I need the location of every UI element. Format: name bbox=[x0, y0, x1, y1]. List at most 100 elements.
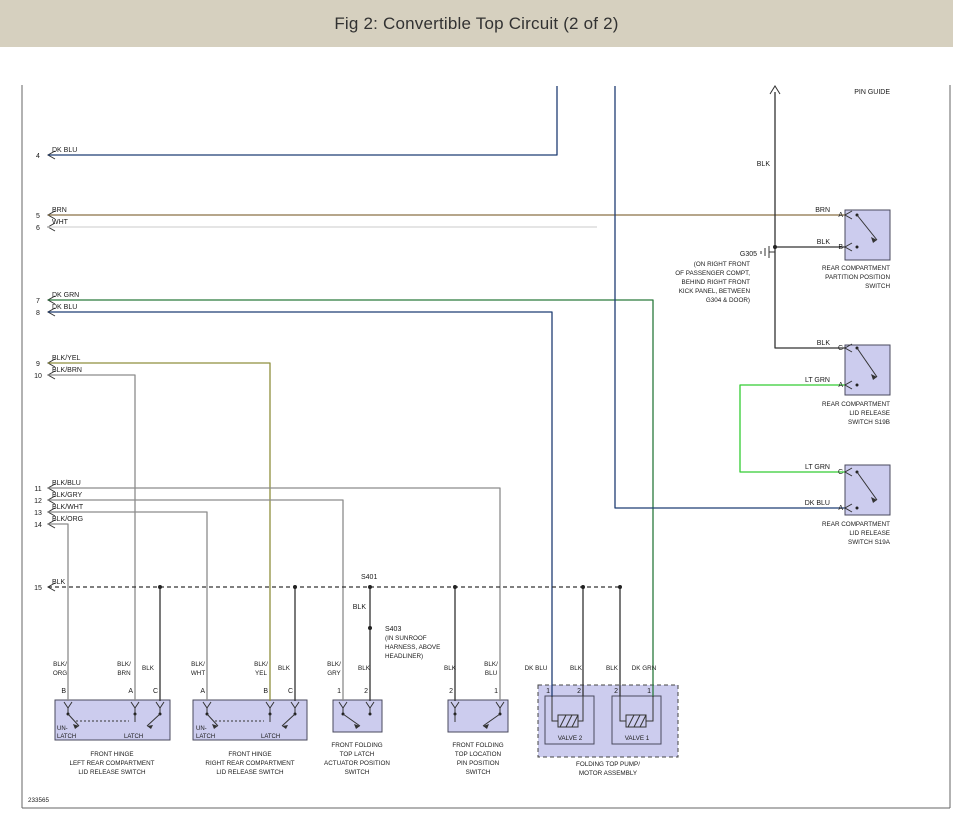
component-name-line: RIGHT REAR COMPARTMENT bbox=[205, 760, 294, 767]
pin-guide-label: PIN GUIDE bbox=[854, 89, 890, 96]
splice-s401-dot bbox=[368, 585, 372, 589]
ground-name: G305 bbox=[740, 251, 757, 258]
pin-letter: A bbox=[128, 688, 133, 695]
component-name-line: ACTUATOR POSITION bbox=[324, 760, 390, 767]
ground-junction-dot bbox=[773, 245, 777, 249]
wire-label-line: BLK/ bbox=[117, 661, 131, 668]
wire-label: DK BLU bbox=[52, 304, 77, 311]
wire-label: BLK/WHT bbox=[52, 504, 84, 511]
component-name-line: MOTOR ASSEMBLY bbox=[579, 770, 638, 777]
s19a-switch-box bbox=[845, 465, 890, 515]
component-name-line: FRONT FOLDING bbox=[331, 742, 382, 749]
wire-label: BLK bbox=[444, 665, 457, 672]
component-name-line: LID RELEASE bbox=[849, 530, 890, 537]
wire-label: BLK bbox=[570, 665, 583, 672]
pin-letter: C bbox=[153, 688, 158, 695]
junction-dots bbox=[158, 245, 777, 630]
pin-number: 1 bbox=[337, 688, 341, 695]
wire-label: BLK/ORG bbox=[52, 516, 83, 523]
wire-label: BLK bbox=[358, 665, 371, 672]
junction-dot bbox=[453, 585, 457, 589]
pin-letter: B bbox=[838, 244, 843, 251]
valve2-label: VALVE 2 bbox=[558, 735, 583, 742]
switch-position-label: UN- bbox=[196, 726, 207, 732]
ground-location-line: KICK PANEL, BETWEEN bbox=[679, 288, 751, 295]
component-name-line: FRONT HINGE bbox=[90, 751, 133, 758]
junction-dot bbox=[581, 585, 585, 589]
wire-label: BLK/BRN bbox=[52, 367, 82, 374]
pin-letter: A bbox=[838, 505, 843, 512]
pin-number: 1 bbox=[647, 688, 651, 695]
junction-dot bbox=[618, 585, 622, 589]
pin-number: 2 bbox=[449, 688, 453, 695]
pin-number: 6 bbox=[36, 225, 40, 232]
pin-number: 15 bbox=[34, 585, 42, 592]
wire-label-line: BLK/ bbox=[191, 661, 205, 668]
wire-label: BLK bbox=[353, 604, 367, 611]
wire-label: LT GRN bbox=[805, 464, 830, 471]
ground-location-line: (ON RIGHT FRONT bbox=[694, 261, 750, 268]
wire-lt-grn bbox=[740, 385, 845, 472]
pin-number: 2 bbox=[614, 688, 618, 695]
pin-number: 1 bbox=[494, 688, 498, 695]
wire-label-line: ORG bbox=[53, 670, 67, 677]
component-name-line: REAR COMPARTMENT bbox=[822, 265, 890, 272]
wire-label: LT GRN bbox=[805, 377, 830, 384]
wiring-diagram: 233565 bbox=[0, 0, 953, 830]
switch-position-label: LATCH bbox=[57, 734, 76, 740]
wires bbox=[48, 86, 845, 701]
wire-label: BRN bbox=[815, 207, 830, 214]
wire-blk-blu-11 bbox=[48, 488, 500, 701]
wire-label: BLK bbox=[817, 340, 831, 347]
pin-number: 4 bbox=[36, 153, 40, 160]
wire-label-line: BLK/ bbox=[53, 661, 67, 668]
splice-s403-dot bbox=[368, 626, 372, 630]
wire-blk-top-right bbox=[775, 92, 845, 348]
junction-dot bbox=[158, 585, 162, 589]
wire-label: DK GRN bbox=[52, 292, 79, 299]
page: Fig 2: Convertible Top Circuit (2 of 2) … bbox=[0, 0, 953, 830]
wire-blk-yel-9 bbox=[48, 363, 270, 701]
component-name-line: SWITCH bbox=[345, 769, 370, 776]
ground-icon bbox=[761, 246, 775, 258]
wire-label: BLK bbox=[817, 239, 831, 246]
diagram-code: 233565 bbox=[28, 797, 50, 804]
pin-letter: C bbox=[838, 345, 843, 352]
wire-label: DK BLU bbox=[805, 500, 830, 507]
pin-number: 1 bbox=[546, 688, 550, 695]
pin-number: 14 bbox=[34, 522, 42, 529]
ground-location-line: OF PASSENGER COMPT, bbox=[675, 270, 750, 277]
pin-letter: C bbox=[838, 469, 843, 476]
wire-label: BLK bbox=[757, 161, 771, 168]
wire-label: DK BLU bbox=[52, 147, 77, 154]
ground-location-line: BEHIND RIGHT FRONT bbox=[682, 279, 751, 286]
component-name-line: TOP LATCH bbox=[340, 751, 375, 758]
wire-label-line: YEL bbox=[255, 670, 267, 677]
switch-contact-dot bbox=[856, 384, 859, 387]
pin-letter: C bbox=[288, 688, 293, 695]
wire-label-line: BLK/ bbox=[484, 661, 498, 668]
wire-blk-brn-10 bbox=[48, 375, 135, 701]
wire-label-line: BLU bbox=[485, 670, 498, 677]
pin-number: 10 bbox=[34, 373, 42, 380]
wire-label: BLK/GRY bbox=[52, 492, 83, 499]
wire-label: DK GRN bbox=[632, 665, 657, 672]
pin-letter: A bbox=[838, 382, 843, 389]
switch-position-label: LATCH bbox=[196, 734, 215, 740]
pin-number: 11 bbox=[34, 486, 41, 493]
wire-label: BLK bbox=[606, 665, 619, 672]
s19b-switch-box bbox=[845, 345, 890, 395]
wire-label: BLK bbox=[142, 665, 155, 672]
pin-number: 7 bbox=[36, 298, 40, 305]
pin-number: 8 bbox=[36, 310, 40, 317]
wire-label: BLK/BLU bbox=[52, 480, 81, 487]
switch-position-label: LATCH bbox=[124, 734, 143, 740]
component-name-line: PARTITION POSITION bbox=[825, 274, 890, 281]
wire-label: DK BLU bbox=[525, 665, 548, 672]
pin-number: 9 bbox=[36, 361, 40, 368]
splice-location-line: (IN SUNROOF bbox=[385, 635, 427, 642]
component-name-line: SWITCH bbox=[466, 769, 491, 776]
component-name-line: PIN POSITION bbox=[457, 760, 500, 767]
pin-number: 2 bbox=[577, 688, 581, 695]
component-name-line: LEFT REAR COMPARTMENT bbox=[69, 760, 154, 767]
